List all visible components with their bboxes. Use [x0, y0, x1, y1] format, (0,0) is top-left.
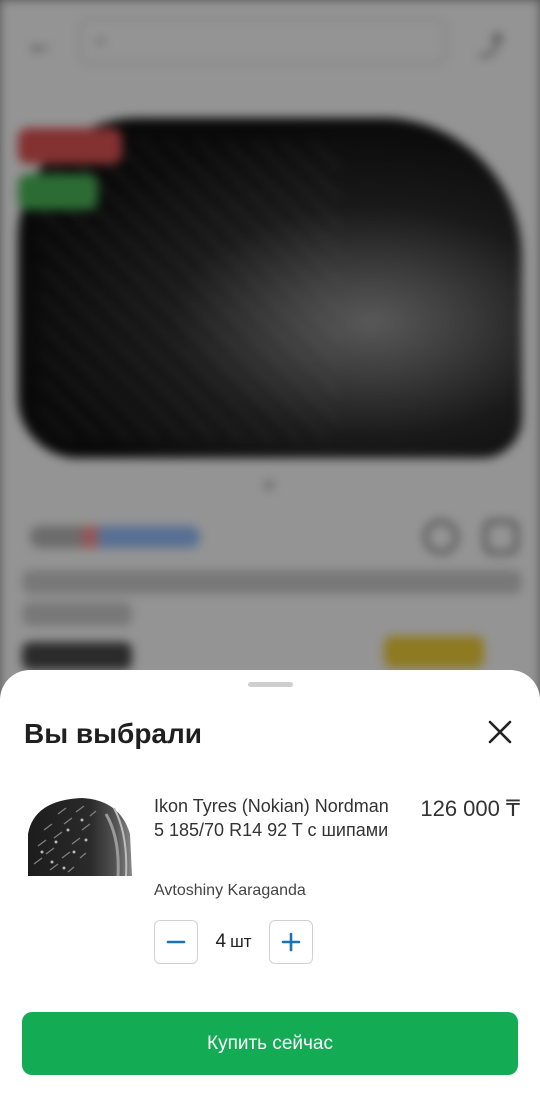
seller-name[interactable]: Avtoshiny Karaganda: [154, 882, 306, 900]
selection-bottom-sheet: Вы выбрали Ikon Tyres (Nokian) Nordman 5…: [0, 670, 540, 1106]
minus-icon: [166, 940, 186, 944]
product-name[interactable]: Ikon Tyres (Nokian) Nordman 5 185/70 R14…: [154, 794, 390, 842]
buy-now-button[interactable]: Купить сейчас: [22, 1012, 518, 1075]
quantity-unit: шт: [230, 932, 252, 951]
product-image: [24, 794, 134, 876]
quantity-number: 4: [215, 931, 227, 952]
close-icon: [488, 720, 512, 744]
quantity-value: 4 шт: [198, 920, 269, 964]
plus-icon: [281, 932, 301, 952]
product-price: 126 000 ₸: [420, 796, 520, 821]
close-button[interactable]: [482, 714, 518, 750]
quantity-decrease-button[interactable]: [154, 920, 198, 964]
sheet-title: Вы выбрали: [24, 718, 203, 749]
quantity-increase-button[interactable]: [269, 920, 313, 964]
sheet-drag-handle[interactable]: [248, 682, 293, 687]
